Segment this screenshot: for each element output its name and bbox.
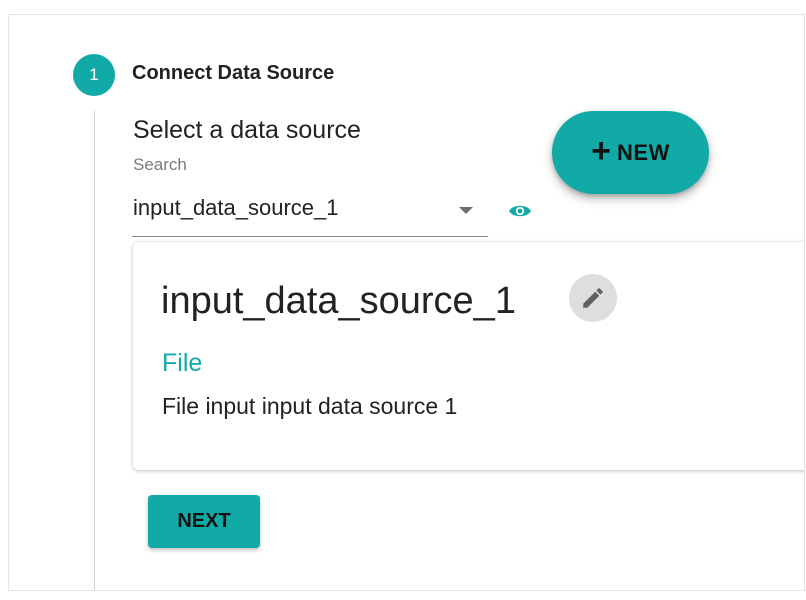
card-type-label: File: [162, 349, 203, 377]
plus-icon: +: [591, 132, 612, 170]
step-number-badge[interactable]: 1: [73, 54, 115, 96]
step-title[interactable]: Connect Data Source: [132, 62, 334, 85]
new-data-source-button[interactable]: + NEW: [552, 111, 709, 194]
select-data-source-heading: Select a data source: [133, 116, 361, 144]
next-button[interactable]: NEXT: [148, 495, 260, 548]
card-description: File input input data source 1: [162, 393, 458, 419]
data-source-card: input_data_source_1 File File input inpu…: [133, 242, 804, 470]
card-title: input_data_source_1: [161, 280, 516, 322]
new-button-label: NEW: [617, 139, 670, 165]
selected-data-source-value: input_data_source_1: [133, 195, 339, 220]
pencil-icon: [583, 288, 603, 308]
dropdown-arrow-icon[interactable]: [459, 207, 473, 214]
data-source-select[interactable]: input_data_source_1: [132, 183, 488, 237]
step-number: 1: [89, 65, 99, 84]
stepper-panel: 1 Connect Data Source Select a data sour…: [8, 14, 805, 591]
step-connector-line: [94, 111, 95, 590]
eye-icon[interactable]: [508, 201, 532, 221]
search-label: Search: [133, 155, 187, 174]
edit-button[interactable]: [569, 274, 617, 322]
